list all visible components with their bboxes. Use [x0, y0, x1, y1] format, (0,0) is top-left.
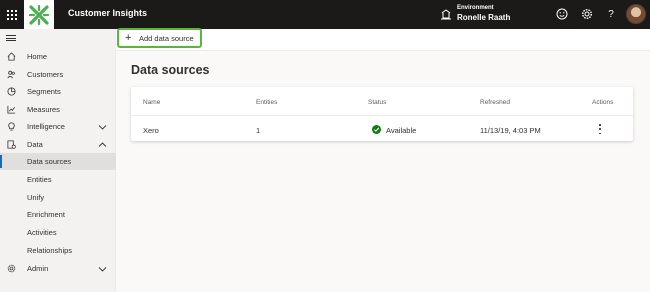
cell-status: Available	[386, 126, 417, 135]
checkmark-icon	[372, 125, 381, 134]
smiley-icon[interactable]	[555, 7, 569, 21]
column-header-actions: Actions	[592, 99, 614, 106]
environment-label: Environment	[457, 5, 494, 11]
customer-insights-logo	[24, 0, 54, 29]
customers-icon	[6, 70, 16, 80]
cell-name[interactable]: Xero	[143, 126, 159, 135]
column-header-name[interactable]: Name	[143, 99, 160, 106]
sidebar-item-entities[interactable]: Entities	[0, 171, 116, 188]
sidebar-item-label: Relationships	[27, 246, 73, 255]
sidebar-item-label: Data	[27, 140, 43, 149]
cell-entities: 1	[256, 126, 261, 135]
data-sources-table: Name Entities Status Refreshed Actions X…	[131, 87, 633, 141]
add-data-source-button[interactable]: + Add data source	[117, 28, 202, 48]
plus-icon: +	[125, 32, 132, 44]
chevron-down-icon[interactable]	[98, 123, 107, 131]
sidebar-item-home[interactable]: Home	[0, 48, 116, 65]
gear-icon	[6, 264, 16, 274]
more-options-icon[interactable]	[597, 123, 603, 135]
add-data-source-label: Add data source	[139, 34, 194, 43]
environment-icon[interactable]	[440, 8, 452, 20]
segments-icon	[6, 87, 16, 97]
help-icon[interactable]: ?	[604, 7, 618, 21]
measures-icon	[6, 105, 16, 115]
command-bar: + Add data source	[116, 28, 650, 51]
gear-icon[interactable]	[580, 7, 594, 21]
sidebar-item-measures[interactable]: Measures	[0, 101, 116, 118]
chevron-up-icon[interactable]	[98, 141, 107, 149]
sidebar-item-relationships[interactable]: Relationships	[0, 242, 116, 259]
hamburger-menu-icon[interactable]	[6, 33, 16, 43]
sidebar-item-data-sources[interactable]: Data sources	[0, 153, 116, 170]
sidebar-item-label: Entities	[27, 175, 52, 184]
chevron-down-icon[interactable]	[98, 265, 107, 273]
app-title[interactable]: Customer Insights	[68, 8, 147, 18]
top-bar: Customer Insights Environment Ronelle Ra…	[0, 0, 650, 29]
sidebar-item-segments[interactable]: Segments	[0, 83, 116, 100]
lightbulb-icon	[6, 122, 16, 132]
data-icon	[6, 140, 16, 150]
sidebar: Home Customers Segments Measures Intelli…	[0, 29, 116, 292]
sidebar-item-unify[interactable]: Unify	[0, 189, 116, 206]
sidebar-item-label: Intelligence	[27, 122, 65, 131]
sidebar-item-intelligence[interactable]: Intelligence	[0, 118, 116, 135]
waffle-icon[interactable]	[0, 0, 24, 29]
sidebar-item-label: Admin	[27, 264, 49, 273]
sidebar-item-label: Unify	[27, 193, 45, 202]
sidebar-item-customers[interactable]: Customers	[0, 66, 116, 83]
avatar[interactable]	[626, 4, 646, 24]
sidebar-item-label: Measures	[27, 105, 60, 114]
sidebar-item-label: Home	[27, 52, 48, 61]
sidebar-item-label: Segments	[27, 87, 61, 96]
sidebar-item-label: Enrichment	[27, 210, 65, 219]
sidebar-item-data[interactable]: Data	[0, 136, 116, 153]
header-divider	[131, 115, 633, 116]
page-title: Data sources	[131, 63, 210, 77]
sidebar-item-enrichment[interactable]: Enrichment	[0, 206, 116, 223]
sidebar-item-activities[interactable]: Activities	[0, 224, 116, 241]
sidebar-item-label: Data sources	[27, 157, 72, 166]
sidebar-item-label: Activities	[27, 228, 57, 237]
column-header-status[interactable]: Status	[368, 99, 386, 106]
sidebar-item-admin[interactable]: Admin	[0, 260, 116, 277]
column-header-refreshed[interactable]: Refreshed	[480, 99, 510, 106]
sidebar-item-label: Customers	[27, 70, 64, 79]
cell-refreshed: 11/13/19, 4:03 PM	[480, 126, 541, 135]
home-icon	[6, 52, 16, 62]
column-header-entities[interactable]: Entities	[256, 99, 277, 106]
environment-name[interactable]: Ronelle Raath	[457, 13, 510, 22]
